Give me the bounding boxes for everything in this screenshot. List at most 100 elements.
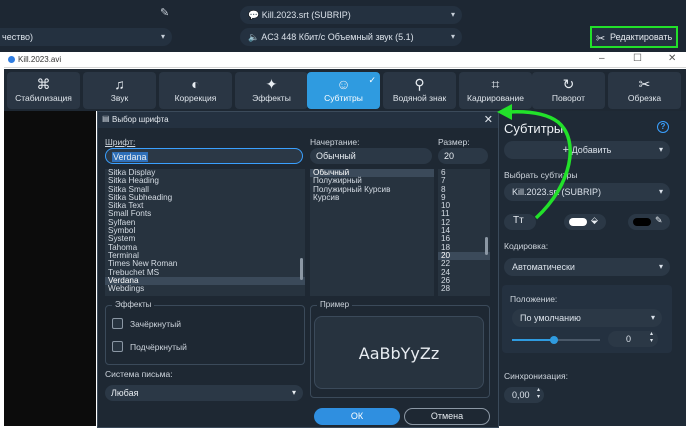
chevron-down-icon: ▾ xyxy=(650,313,655,322)
font-input[interactable]: Verdana xyxy=(105,148,303,164)
style-list[interactable]: Обычный Полужирный Полужирный Курсив Курсив xyxy=(310,169,434,296)
size-input[interactable]: 20 xyxy=(438,148,488,164)
sample-text: AaBbYyZz xyxy=(358,344,440,363)
size-list[interactable]: 6 7 8 9 10 11 12 14 16 18 20 22 24 26 28 xyxy=(438,169,490,296)
paint-bucket-icon: ⬙ xyxy=(591,215,598,225)
list-item[interactable]: Symbol xyxy=(105,226,305,235)
subtitles-panel: Субтитры ? + Добавить ▾ Выбрать субтитры… xyxy=(498,111,686,426)
subtitle-track-select[interactable]: 💬 Kill.2023.srt (SUBRIP) ▾ xyxy=(240,6,462,24)
text-size-icon: Tт xyxy=(513,215,524,226)
chevron-down-icon: ▾ xyxy=(160,32,165,41)
tab-label: Звук xyxy=(110,93,129,103)
text-size-button[interactable]: Tт xyxy=(504,214,536,230)
font-list-scrollbar[interactable] xyxy=(300,258,303,280)
minimize-icon[interactable]: – xyxy=(599,53,605,64)
torn-edge-bottom xyxy=(0,428,690,441)
size-list-scrollbar[interactable] xyxy=(485,237,488,255)
chevron-down-icon: ▾ xyxy=(291,388,296,397)
position-slider[interactable] xyxy=(512,336,600,344)
tab-trim[interactable]: ✂ Обрезка xyxy=(608,72,681,109)
subtitles-select[interactable]: Kill.2023.srt (SUBRIP) ▾ xyxy=(504,183,670,201)
main-app-header: ✎ 💬 Kill.2023.srt (SUBRIP) ▾ чество) ▾ 🔈… xyxy=(0,0,690,52)
ok-button[interactable]: ОК xyxy=(314,408,400,425)
close-icon[interactable]: ✕ xyxy=(484,113,493,126)
stabilization-icon: ⌘ xyxy=(36,76,51,92)
pencil-icon[interactable]: ✎ xyxy=(160,6,169,19)
position-slider-handle[interactable] xyxy=(550,336,559,344)
tab-effects[interactable]: ✦ Эффекты xyxy=(235,72,308,109)
edit-button-label: Редактировать xyxy=(610,32,673,42)
window-titlebar: Kill.2023.avi – ☐ ✕ xyxy=(4,52,686,68)
tool-tabs: ⌘ Стабилизация ♫ Звук ◐ Коррекция ✦ Эффе… xyxy=(4,69,686,111)
font-list[interactable]: Sitka Display Sitka Heading Sitka Small Sit… xyxy=(105,169,305,296)
cancel-button[interactable]: Отмена xyxy=(404,408,490,425)
tab-crop[interactable]: ⌗ Кадрирование xyxy=(459,72,532,109)
position-stepper[interactable]: 0 ▴ ▾ xyxy=(608,331,658,347)
font-label: Шрифт: xyxy=(105,137,136,147)
chevron-down-icon: ▾ xyxy=(658,262,663,271)
encoding-label: Кодировка: xyxy=(504,241,549,251)
pen-icon: ✎ xyxy=(655,215,663,225)
music-note-icon: ♫ xyxy=(114,76,125,92)
black-swatch xyxy=(633,218,651,226)
stepper-arrows-icon[interactable]: ▴ ▾ xyxy=(650,331,653,345)
speech-bubble-icon: 💬 xyxy=(248,10,260,20)
list-item[interactable]: Sylfaen xyxy=(105,218,305,227)
add-subtitle-button[interactable]: + Добавить ▾ xyxy=(504,141,670,159)
tab-watermark[interactable]: ⚲ Водяной знак xyxy=(383,72,456,109)
effects-group: Эффекты Зачёркнутый Подчёркнутый xyxy=(105,300,305,365)
audio-track-select[interactable]: 🔈 AC3 448 Кбит/с Объемный звук (5.1) ▾ xyxy=(240,28,462,46)
position-select[interactable]: По умолчанию ▾ xyxy=(512,309,662,327)
underline-checkbox[interactable] xyxy=(112,341,123,352)
style-label: Начертание: xyxy=(310,137,360,147)
font-dialog: ▤ Выбор шрифта ✕ Шрифт: Verdana Начертан… xyxy=(97,111,499,428)
list-item[interactable]: 28 xyxy=(438,284,490,293)
tab-stabilization[interactable]: ⌘ Стабилизация xyxy=(7,72,80,109)
color-correction-icon: ◐ xyxy=(191,76,200,92)
tab-label: Водяной знак xyxy=(392,93,447,103)
list-item[interactable]: Small Fonts xyxy=(105,210,305,219)
text-color-button[interactable]: ⬙ xyxy=(564,214,606,230)
tab-subtitles[interactable]: ✓ ☺ Субтитры xyxy=(307,72,380,109)
close-icon[interactable]: ✕ xyxy=(668,53,676,64)
size-input-value: 20 xyxy=(444,151,455,161)
tab-audio[interactable]: ♫ Звук xyxy=(83,72,156,109)
position-label: Положение: xyxy=(510,294,558,304)
white-swatch xyxy=(569,218,587,226)
magic-wand-icon: ✦ xyxy=(265,76,278,92)
encoding-select[interactable]: Автоматически ▾ xyxy=(504,258,670,276)
add-button-label: Добавить xyxy=(571,145,612,155)
tab-label: Поворот xyxy=(551,93,586,103)
tab-label: Субтитры xyxy=(324,93,363,103)
panel-title: Субтитры xyxy=(504,121,564,136)
edit-button[interactable]: ✂ Редактировать xyxy=(590,26,678,48)
stepper-arrows-icon[interactable]: ▴ ▾ xyxy=(537,387,540,401)
tab-label: Кадрирование xyxy=(467,93,524,103)
torn-edge-right xyxy=(686,0,690,441)
position-select-value: По умолчанию xyxy=(520,313,581,323)
maximize-icon[interactable]: ☐ xyxy=(633,53,642,64)
script-select[interactable]: Любая ▾ xyxy=(105,385,303,401)
sync-stepper[interactable]: 0,00 ▴ ▾ xyxy=(504,387,544,403)
position-slider-fill xyxy=(512,339,555,341)
stamp-icon: ⚲ xyxy=(414,76,425,92)
size-label: Размер: xyxy=(438,137,470,147)
strikeout-label[interactable]: Зачёркнутый xyxy=(130,319,181,329)
outline-color-button[interactable]: ✎ xyxy=(628,214,670,230)
script-label: Система письма: xyxy=(105,369,173,379)
strikeout-checkbox[interactable] xyxy=(112,318,123,329)
underline-label[interactable]: Подчёркнутый xyxy=(130,342,187,352)
help-icon[interactable]: ? xyxy=(657,121,669,133)
tab-rotate[interactable]: ↻ Поворот xyxy=(532,72,605,109)
tab-label: Стабилизация xyxy=(15,93,72,103)
speaker-icon: 🔈 xyxy=(248,32,260,42)
tab-correction[interactable]: ◐ Коррекция xyxy=(159,72,232,109)
scissors-icon: ✂ xyxy=(638,76,651,92)
style-input[interactable]: Обычный xyxy=(310,148,432,164)
cancel-button-label: Отмена xyxy=(430,411,464,421)
plus-icon: + xyxy=(562,144,570,156)
list-item[interactable]: Курсив xyxy=(310,193,434,202)
chevron-down-icon: ▾ xyxy=(450,10,455,19)
quality-select[interactable]: чество) ▾ xyxy=(0,28,172,46)
list-item[interactable]: Webdings xyxy=(105,284,305,293)
